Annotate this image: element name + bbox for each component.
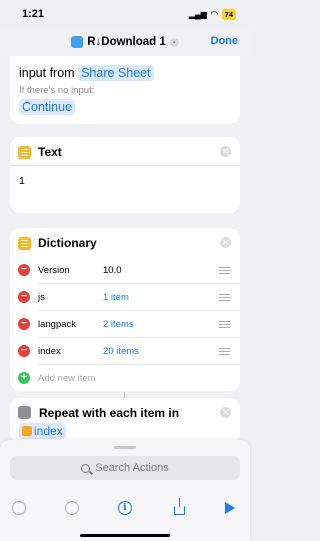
dictionary-row: − Version 10.0 [18, 257, 230, 283]
search-icon [81, 463, 91, 473]
dictionary-icon [18, 236, 31, 250]
share-icon[interactable] [174, 498, 185, 515]
continue-token[interactable]: Continue [19, 99, 76, 115]
dict-key[interactable]: langpack [38, 319, 103, 330]
remove-item-icon[interactable]: − [18, 318, 30, 330]
text-card-title: Text [38, 145, 62, 159]
repeat-icon [18, 406, 31, 419]
dictionary-card-title: Dictionary [38, 236, 97, 250]
add-new-item-label: Add new item [38, 372, 96, 384]
done-button[interactable]: Done [211, 35, 239, 47]
dictionary-row: − js 1 item [18, 284, 230, 310]
text-icon [18, 145, 31, 159]
status-bar: 1:21 ▂▄▆ ◠ 74 [0, 0, 250, 28]
text-field[interactable]: 1 [19, 175, 25, 187]
remove-item-icon[interactable]: − [18, 345, 30, 357]
text-card-header: Text [18, 145, 62, 159]
close-icon[interactable]: ✕ [220, 407, 231, 418]
shortcut-title-button[interactable]: R↓Download 1 ⌄ [71, 36, 179, 48]
repeat-card-title: Repeat with each item in [39, 406, 180, 420]
add-new-item-button[interactable]: + Add new item [18, 365, 230, 391]
undo-icon[interactable] [12, 501, 26, 515]
input-from-row: input from Share Sheet [19, 65, 154, 81]
wifi-icon: ◠ [210, 8, 218, 19]
navigation-bar: R↓Download 1 ⌄ Done [0, 28, 250, 56]
dict-key[interactable]: Version [38, 265, 103, 276]
text-action-card[interactable]: Text ✕ 1 [10, 137, 240, 213]
shortcut-title: R↓Download 1 [87, 36, 166, 48]
index-variable-label: index [34, 424, 63, 438]
no-input-label: If there’s no input: [19, 85, 95, 96]
battery-indicator: 74 [221, 8, 236, 20]
chevron-down-icon: ⌄ [169, 37, 179, 47]
reorder-handle-icon[interactable] [219, 347, 230, 355]
status-time: 1:21 [22, 8, 45, 20]
receive-input-card: input from Share Sheet If there’s no inp… [10, 48, 240, 124]
sheet-grabber[interactable] [114, 446, 136, 449]
dict-key[interactable]: index [38, 346, 103, 357]
close-icon[interactable]: ✕ [220, 237, 231, 248]
search-actions-input[interactable]: Search Actions [10, 456, 240, 480]
repeat-action-card[interactable]: Repeat with each item in ✕ index [10, 398, 240, 442]
redo-icon[interactable] [65, 501, 79, 515]
reorder-handle-icon[interactable] [219, 266, 230, 274]
dictionary-variable-icon [22, 426, 32, 436]
shortcut-icon [71, 36, 84, 48]
index-variable-token[interactable]: index [19, 423, 66, 439]
dict-value[interactable]: 20 items [103, 346, 219, 357]
repeat-variable-row: index [19, 423, 66, 439]
dict-value[interactable]: 10.0 [103, 265, 219, 276]
add-item-icon: + [18, 372, 30, 384]
close-icon[interactable]: ✕ [220, 146, 231, 157]
search-placeholder: Search Actions [95, 462, 169, 474]
dict-key[interactable]: js [38, 292, 103, 303]
dictionary-card-header: Dictionary [18, 236, 97, 250]
reorder-handle-icon[interactable] [219, 320, 230, 328]
actions-bottom-sheet: Search Actions i [0, 440, 250, 541]
dictionary-row: − langpack 2 items [18, 311, 230, 337]
share-sheet-token[interactable]: Share Sheet [78, 65, 154, 81]
status-icons: ▂▄▆ ◠ 74 [188, 8, 236, 20]
remove-item-icon[interactable]: − [18, 264, 30, 276]
signal-icon: ▂▄▆ [188, 9, 207, 19]
remove-item-icon[interactable]: − [18, 291, 30, 303]
input-from-label: input from [19, 66, 75, 80]
reorder-handle-icon[interactable] [219, 293, 230, 301]
dictionary-row: − index 20 items [18, 338, 230, 364]
dict-value[interactable]: 2 items [103, 319, 219, 330]
dict-value[interactable]: 1 item [103, 292, 219, 303]
home-indicator [80, 534, 170, 537]
info-icon[interactable]: i [118, 501, 132, 515]
dictionary-action-card[interactable]: Dictionary ✕ − Version 10.0 − js 1 item … [10, 228, 240, 391]
play-icon[interactable] [225, 502, 235, 514]
divider [10, 165, 240, 166]
no-input-row: Continue [19, 99, 76, 115]
editor-toolbar: i [0, 498, 250, 520]
